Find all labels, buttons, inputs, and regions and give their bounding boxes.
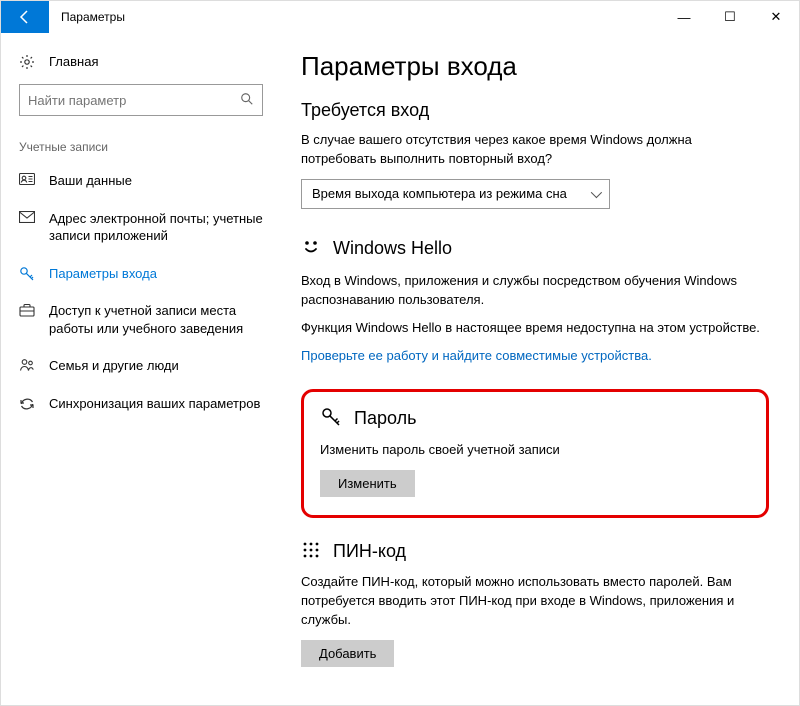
sidebar-item-label: Параметры входа (49, 265, 263, 283)
pin-desc: Создайте ПИН-код, который можно использо… (301, 573, 769, 630)
sidebar-item-label: Адрес электронной почты; учетные записи … (49, 210, 263, 245)
sidebar-section-label: Учетные записи (1, 130, 281, 162)
combo-value: Время выхода компьютера из режима сна (312, 186, 567, 201)
hello-desc2: Функция Windows Hello в настоящее время … (301, 319, 769, 338)
change-password-button[interactable]: Изменить (320, 470, 415, 497)
home-label: Главная (49, 54, 98, 69)
window-controls: — ☐ ✕ (661, 1, 799, 33)
hello-title: Windows Hello (333, 238, 452, 259)
main-content: Параметры входа Требуется вход В случае … (281, 33, 799, 705)
password-desc: Изменить пароль своей учетной записи (320, 441, 750, 460)
smiley-icon (301, 237, 321, 260)
sidebar-item-sync[interactable]: Синхронизация ваших параметров (1, 385, 281, 423)
sidebar-item-email[interactable]: Адрес электронной почты; учетные записи … (1, 200, 281, 255)
sidebar-item-signin-options[interactable]: Параметры входа (1, 255, 281, 293)
briefcase-icon (19, 303, 35, 317)
page-title: Параметры входа (301, 51, 769, 82)
signin-required-desc: В случае вашего отсутствия через какое в… (301, 131, 769, 169)
id-card-icon (19, 173, 35, 185)
search-box[interactable] (19, 84, 263, 116)
sidebar: Главная Учетные записи Ваши данные Адрес… (1, 33, 281, 705)
password-title: Пароль (354, 408, 416, 429)
add-pin-button[interactable]: Добавить (301, 640, 394, 667)
sidebar-item-work-access[interactable]: Доступ к учетной записи места работы или… (1, 292, 281, 347)
mail-icon (19, 211, 35, 223)
search-icon (240, 92, 254, 109)
keypad-icon (301, 540, 321, 563)
gear-icon (19, 54, 35, 70)
app-title: Параметры (49, 10, 661, 24)
sidebar-item-family[interactable]: Семья и другие люди (1, 347, 281, 385)
maximize-button[interactable]: ☐ (707, 1, 753, 33)
close-button[interactable]: ✕ (753, 1, 799, 33)
hello-link[interactable]: Проверьте ее работу и найдите совместимы… (301, 348, 652, 363)
sidebar-item-label: Ваши данные (49, 172, 263, 190)
sidebar-item-your-info[interactable]: Ваши данные (1, 162, 281, 200)
hello-desc1: Вход в Windows, приложения и службы поср… (301, 272, 769, 310)
pin-title: ПИН-код (333, 541, 406, 562)
sidebar-item-label: Семья и другие люди (49, 357, 263, 375)
sync-icon (19, 396, 35, 412)
key-icon (19, 266, 35, 282)
back-button[interactable] (1, 1, 49, 33)
title-bar: Параметры — ☐ ✕ (1, 1, 799, 33)
password-section-highlight: Пароль Изменить пароль своей учетной зап… (301, 389, 769, 518)
search-input[interactable] (28, 93, 240, 108)
people-icon (19, 358, 35, 372)
signin-required-title: Требуется вход (301, 100, 769, 121)
signin-timeout-combo[interactable]: Время выхода компьютера из режима сна (301, 179, 610, 209)
sidebar-item-label: Доступ к учетной записи места работы или… (49, 302, 263, 337)
pin-section: ПИН-код Создайте ПИН-код, который можно … (301, 540, 769, 667)
key-icon (320, 406, 342, 431)
sidebar-item-label: Синхронизация ваших параметров (49, 395, 263, 413)
chevron-down-icon (591, 187, 602, 198)
home-nav-item[interactable]: Главная (1, 45, 281, 80)
minimize-button[interactable]: — (661, 1, 707, 33)
